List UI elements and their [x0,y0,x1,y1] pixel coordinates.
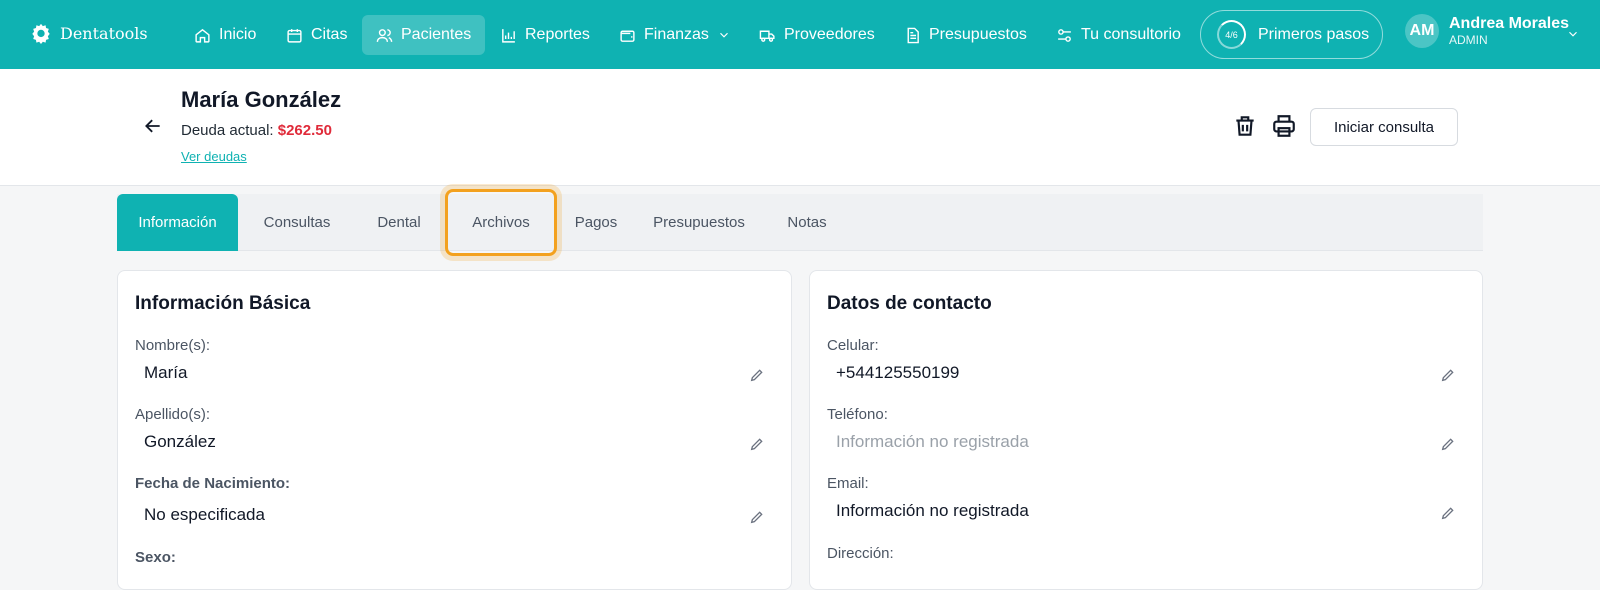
pencil-icon[interactable] [1440,436,1456,452]
settings-sliders-icon [1058,28,1071,42]
card-title: Información Básica [135,293,311,314]
home-icon [195,28,210,43]
field-label: Celular: [827,337,879,354]
tab-dental[interactable]: Dental [356,194,442,251]
nav-item-label: Proveedores [784,26,875,43]
nav-item-proveedores[interactable]: Proveedores [745,15,889,55]
nav-item-label: Reportes [525,26,590,43]
field-label: Apellido(s): [135,406,211,423]
tooth-gear-icon [32,23,50,44]
field-label: Fecha de Nacimiento: [135,475,291,492]
brand-logo[interactable]: Dentatools [30,22,148,44]
printer-icon[interactable] [1271,113,1297,139]
wallet-icon [620,30,635,42]
nav-item-reportes[interactable]: Reportes [486,15,604,55]
tab-informacion[interactable]: Información [117,194,238,251]
field-label: Sexo: [135,549,176,566]
view-debts-link[interactable]: Ver deudas [181,149,247,164]
pencil-icon[interactable] [749,436,765,452]
tab-archivos[interactable]: Archivos [445,189,557,256]
user-menu[interactable]: AM Andrea Morales ADMIN [1405,14,1569,48]
field-label: Teléfono: [827,406,888,423]
tab-notas[interactable]: Notas [767,194,847,251]
debt-value: $262.50 [277,122,332,139]
document-icon [907,27,919,43]
nav-item-citas[interactable]: Citas [272,15,361,55]
nav-item-inicio[interactable]: Inicio [180,15,270,55]
users-icon [376,28,393,42]
nav-item-label: Citas [311,26,348,43]
field-value: Información no registrada [836,501,1029,520]
debt-label: Deuda actual: [181,122,274,139]
onboarding-steps-label: Primeros pasos [1258,25,1370,43]
bar-chart-icon [502,28,515,43]
tab-consultas[interactable]: Consultas [238,194,356,251]
tab-presupuestos[interactable]: Presupuestos [635,194,763,251]
patient-header: María González Deuda actual: $262.50 Ver… [0,69,1600,186]
field-value: González [144,432,216,451]
nav-item-label: Finanzas [644,26,709,43]
debt-summary: Deuda actual: $262.50 [181,122,332,139]
trash-icon[interactable] [1232,113,1258,139]
nav-item-presupuestos[interactable]: Presupuestos [890,15,1041,55]
calendar-icon [287,28,302,43]
patient-tabs: Información Consultas Dental Archivos Pa… [117,189,1483,256]
brand-name: Dentatools [60,23,148,43]
field-label: Dirección: [827,545,894,562]
user-name: Andrea Morales [1449,15,1570,32]
nav-item-finanzas[interactable]: Finanzas [605,15,745,55]
avatar: AM [1405,14,1439,48]
pencil-icon[interactable] [749,367,765,383]
chevron-down-icon [720,32,728,38]
chevron-down-icon[interactable] [1566,27,1580,41]
truck-icon [759,30,775,42]
card-title: Datos de contacto [827,293,992,314]
back-arrow-icon[interactable] [143,116,163,136]
tab-pagos[interactable]: Pagos [561,194,631,251]
field-value: +544125550199 [836,363,960,382]
user-role: ADMIN [1449,33,1488,47]
field-value: María [144,363,188,382]
pencil-icon[interactable] [1440,367,1456,383]
nav-item-label: Inicio [219,26,257,43]
start-consultation-button[interactable]: Iniciar consulta [1310,108,1458,146]
onboarding-steps-button[interactable]: 4/6 Primeros pasos [1200,10,1383,59]
basic-info-card: Información Básica Nombre(s): María Apel… [117,270,792,590]
progress-ring: 4/6 [1217,20,1246,49]
nav-item-tu-consultorio[interactable]: Tu consultorio [1042,15,1195,55]
nav-item-label: Pacientes [401,26,472,43]
nav-item-pacientes[interactable]: Pacientes [362,15,486,55]
field-label: Nombre(s): [135,337,211,354]
contact-info-card: Datos de contacto Celular: +544125550199… [809,270,1483,590]
top-navbar: Dentatools Inicio Citas Pacientes Report… [0,0,1600,69]
field-value: No especificada [144,505,265,524]
pencil-icon[interactable] [1440,505,1456,521]
field-label: Email: [827,475,869,492]
pencil-icon[interactable] [749,509,765,525]
nav-item-label: Tu consultorio [1081,26,1181,43]
field-value: Información no registrada [836,432,1029,451]
page-title: María González [181,87,342,112]
nav-item-label: Presupuestos [929,26,1027,43]
